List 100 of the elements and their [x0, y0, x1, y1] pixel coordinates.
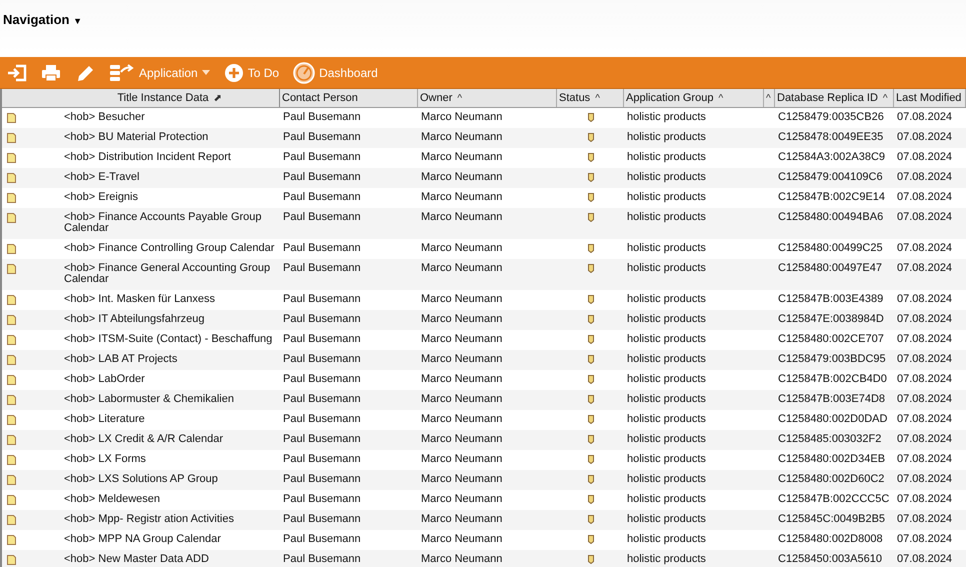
table-cell: <hob> LAB AT Projects — [64, 353, 178, 365]
table-cell: Marco Neumann — [421, 111, 502, 123]
table-cell: <hob> New Master Data ADD — [64, 553, 209, 565]
table-cell: 07.08.2024 — [897, 533, 952, 545]
sort-indicator[interactable]: ⬈ — [214, 92, 222, 104]
table-cell: <hob> Finance Controlling Group Calendar — [64, 242, 274, 254]
sort-indicator[interactable]: ^ — [882, 92, 888, 104]
table-cell: Marco Neumann — [421, 191, 502, 203]
table-cell: 07.08.2024 — [897, 211, 952, 223]
status-icon — [588, 193, 594, 202]
status-icon — [588, 264, 594, 273]
table-cell: 07.08.2024 — [897, 453, 952, 465]
status-icon — [588, 153, 594, 162]
table-cell: Paul Busemann — [283, 353, 361, 365]
table-cell: <hob> Finance General Accounting Group Calendar — [64, 262, 270, 285]
navigation-menu[interactable]: Navigation ▼ — [0, 0, 85, 27]
table-cell: C1258480:002D0DAD — [778, 413, 888, 425]
column-header[interactable]: Application Group — [626, 92, 714, 104]
table-cell: Marco Neumann — [421, 553, 502, 565]
table-cell: Paul Busemann — [283, 131, 361, 143]
table-cell: Paul Busemann — [283, 413, 361, 425]
table-cell: holistic products — [627, 293, 706, 305]
column-header[interactable]: Contact Person — [282, 92, 358, 104]
table-cell: holistic products — [627, 191, 706, 203]
table-cell: Paul Busemann — [283, 333, 361, 345]
table-cell: Paul Busemann — [283, 262, 361, 274]
table-cell: Marco Neumann — [421, 131, 502, 143]
status-icon — [588, 435, 594, 444]
table-cell: C1258479:003BDC95 — [778, 353, 886, 365]
table-cell: holistic products — [627, 453, 706, 465]
table-cell: Marco Neumann — [421, 333, 502, 345]
status-icon — [588, 335, 594, 344]
table-cell: Paul Busemann — [283, 513, 361, 525]
table-cell: 07.08.2024 — [897, 373, 952, 385]
table-cell: C125847B:002C9E14 — [778, 191, 886, 203]
table-cell: C1258485:003032F2 — [778, 433, 882, 445]
status-icon — [588, 515, 594, 524]
table-cell: C1258479:004109C6 — [778, 171, 883, 183]
status-icon — [588, 315, 594, 324]
table-cell: C125847B:003E4389 — [778, 293, 884, 305]
status-icon — [588, 133, 594, 142]
table-cell: C1258450:003A5610 — [778, 553, 882, 565]
table-cell: 07.08.2024 — [897, 262, 952, 274]
table-cell: Marco Neumann — [421, 453, 502, 465]
table-cell: Paul Busemann — [283, 211, 361, 223]
table-cell: C125847B:003E74D8 — [778, 393, 886, 405]
database-icon — [109, 64, 135, 82]
status-icon — [588, 213, 594, 222]
table-cell: Marco Neumann — [421, 151, 502, 163]
table-cell: 07.08.2024 — [897, 393, 952, 405]
table-cell: <hob> LXS Solutions AP Group — [64, 473, 218, 485]
table-cell: <hob> Distribution Incident Report — [64, 151, 231, 163]
table-cell: C1258480:00497E47 — [778, 262, 882, 274]
table-cell: C1258480:002D8008 — [778, 533, 883, 545]
sort-indicator[interactable]: ^ — [718, 92, 724, 104]
table-cell: 07.08.2024 — [897, 413, 952, 425]
table-cell: <hob> BU Material Protection — [64, 131, 208, 143]
table-cell: Marco Neumann — [421, 473, 502, 485]
table-cell: Marco Neumann — [421, 373, 502, 385]
table-cell: 07.08.2024 — [897, 553, 952, 565]
table-cell: Paul Busemann — [283, 293, 361, 305]
table-cell: 07.08.2024 — [897, 313, 952, 325]
column-header[interactable]: Owner — [420, 92, 452, 104]
table-cell: holistic products — [627, 151, 706, 163]
status-icon — [588, 244, 594, 253]
table-cell: <hob> LabOrder — [64, 373, 145, 385]
table-cell: Paul Busemann — [283, 453, 361, 465]
column-header[interactable]: Title Instance Data — [117, 92, 209, 104]
status-icon — [588, 375, 594, 384]
table-cell: C1258480:00494BA6 — [778, 211, 884, 223]
table-cell: <hob> MPP NA Group Calendar — [64, 533, 221, 545]
table-cell: holistic products — [627, 513, 706, 525]
table-cell: <hob> Meldewesen — [64, 493, 160, 505]
sort-indicator[interactable]: ^ — [766, 92, 771, 104]
column-header[interactable]: Last Modified — [896, 92, 962, 104]
status-icon — [588, 495, 594, 504]
status-icon — [588, 455, 594, 464]
table-cell: 07.08.2024 — [897, 333, 952, 345]
sort-indicator[interactable]: ^ — [595, 92, 600, 104]
column-header[interactable]: Status — [559, 92, 590, 104]
table-cell: <hob> LX Credit & A/R Calendar — [64, 433, 223, 445]
table-cell: C12584A3:002A38C9 — [778, 151, 886, 163]
status-icon — [588, 555, 594, 564]
table-cell: <hob> Literature — [64, 413, 145, 425]
table-cell: C1258480:00499C25 — [778, 242, 883, 254]
table-cell: <hob> Mpp- Registr ation Activities — [64, 513, 234, 525]
sort-indicator[interactable]: ^ — [457, 92, 462, 104]
table-cell: holistic products — [627, 413, 706, 425]
table-cell: C125847B:002CB4D0 — [778, 373, 887, 385]
table-cell: <hob> Int. Masken für Lanxess — [64, 293, 216, 305]
table-cell: 07.08.2024 — [897, 171, 952, 183]
table-cell: 07.08.2024 — [897, 191, 952, 203]
table-cell: Paul Busemann — [283, 191, 361, 203]
column-header[interactable]: Database Replica ID — [777, 92, 878, 104]
table-cell: 07.08.2024 — [897, 242, 952, 254]
table-cell: C125845C:0049B2B5 — [778, 513, 886, 525]
table-cell: Paul Busemann — [283, 393, 361, 405]
table-cell: holistic products — [627, 473, 706, 485]
table-cell: <hob> ITSM-Suite (Contact) - Beschaffung — [64, 333, 272, 345]
table-cell: holistic products — [627, 373, 706, 385]
